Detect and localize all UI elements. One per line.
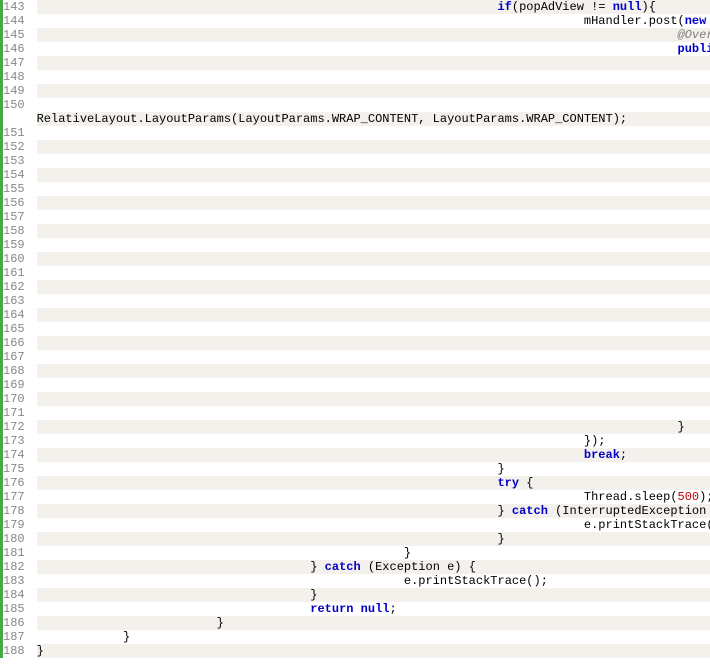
line-number: 166 xyxy=(3,336,25,350)
code-line[interactable]: e.printStackTrace(); xyxy=(37,574,710,588)
code-line[interactable]: params.rightMargin=3; xyxy=(37,294,710,308)
line-number: 169 xyxy=(3,378,25,392)
line-number: 158 xyxy=(3,224,25,238)
line-number: 187 xyxy=(3,630,25,644)
code-line[interactable]: params.topMargin=1; xyxy=(37,238,710,252)
code-line[interactable]: Thread.sleep(500); xyxy=(37,490,710,504)
line-number: 176 xyxy=(3,476,25,490)
code-line[interactable]: } xyxy=(37,462,710,476)
line-number: 152 xyxy=(3,140,25,154)
code-line[interactable]: @Override xyxy=(37,28,710,42)
code-line[interactable]: break; xyxy=(37,448,710,462)
line-number: 181 xyxy=(3,546,25,560)
line-number: 162 xyxy=(3,280,25,294)
code-line[interactable]: RelativeLayout.LayoutParams(LayoutParams… xyxy=(37,112,710,126)
code-area[interactable]: if(popAdView != null){ mHandler.post(new… xyxy=(33,0,710,658)
line-number: 165 xyxy=(3,322,25,336)
code-line[interactable]: params.topMargin=2; xyxy=(37,364,710,378)
code-line[interactable]: } xyxy=(37,616,710,630)
line-number: 146 xyxy=(3,42,25,56)
line-number: 182 xyxy=(3,560,25,574)
code-line[interactable]: //倒计时布局所需的LayoutParams xyxy=(37,84,710,98)
code-line[interactable]: if(displaySize == 320){ xyxy=(37,182,710,196)
code-line[interactable]: params.addRule(RelativeLayout.ALIGN_TOP,… xyxy=(37,126,710,140)
line-number: 179 xyxy=(3,518,25,532)
line-number: 172 xyxy=(3,420,25,434)
line-number: 174 xyxy=(3,448,25,462)
line-number: 143 xyxy=(3,0,25,14)
line-number: 156 xyxy=(3,196,25,210)
code-line[interactable]: params.rightMargin=4; xyxy=(37,336,710,350)
line-number: 177 xyxy=(3,490,25,504)
code-line[interactable]: } xyxy=(37,392,710,406)
code-line[interactable]: pop_layout.addView(popAdView); xyxy=(37,56,710,70)
code-line[interactable]: } xyxy=(37,630,710,644)
code-line[interactable]: if(popAdView != null){ xyxy=(37,0,710,14)
code-line[interactable]: params.rightMargin=1; xyxy=(37,252,710,266)
code-line[interactable]: try { xyxy=(37,476,710,490)
code-line[interactable]: params.rightMargin=1; xyxy=(37,210,710,224)
line-number: 163 xyxy=(3,294,25,308)
code-line[interactable]: params.topMargin=3; xyxy=(37,280,710,294)
code-line[interactable]: } xyxy=(37,420,710,434)
code-line[interactable]: // 对手机进行屏幕判断 xyxy=(37,154,710,168)
line-number: 185 xyxy=(3,602,25,616)
line-number: 183 xyxy=(3,574,25,588)
line-number: 155 xyxy=(3,182,25,196)
line-number: 154 xyxy=(3,168,25,182)
code-line[interactable]: return null; xyxy=(37,602,710,616)
line-number: 150 xyxy=(3,98,25,112)
code-line[interactable]: } catch (InterruptedException e) { xyxy=(37,504,710,518)
code-line[interactable]: }else if(displaySize == 240){ xyxy=(37,224,710,238)
code-line[interactable]: e.printStackTrace(); xyxy=(37,518,710,532)
line-number: 153 xyxy=(3,154,25,168)
line-number: 160 xyxy=(3,252,25,266)
line-number: 184 xyxy=(3,588,25,602)
line-number: 157 xyxy=(3,210,25,224)
line-number: 149 xyxy=(3,84,25,98)
code-line[interactable]: mHandler.post(new Runnable(){ xyxy=(37,14,710,28)
code-line[interactable]: int displaySize = SDKUtils.getDisplaySiz… xyxy=(37,168,710,182)
code-line[interactable]: } xyxy=(37,546,710,560)
line-number: 186 xyxy=(3,616,25,630)
line-number: 147 xyxy=(3,56,25,70)
code-line[interactable]: }else{ xyxy=(37,350,710,364)
line-number-gutter: 1431441451461471481491501511521531541551… xyxy=(0,0,33,658)
line-number: 188 xyxy=(3,644,25,658)
line-number: 161 xyxy=(3,266,25,280)
line-number: 171 xyxy=(3,406,25,420)
code-line[interactable]: pop_layout.addView(timeView, params); xyxy=(37,406,710,420)
code-editor: 1431441451461471481491501511521531541551… xyxy=(0,0,710,658)
line-number: 151 xyxy=(3,126,25,140)
code-line[interactable]: params.topMargin=4; xyxy=(37,322,710,336)
line-number xyxy=(3,112,25,126)
line-number: 175 xyxy=(3,462,25,476)
code-line[interactable]: }); xyxy=(37,434,710,448)
line-number: 168 xyxy=(3,364,25,378)
line-number: 178 xyxy=(3,504,25,518)
line-number: 148 xyxy=(3,70,25,84)
line-number: 145 xyxy=(3,28,25,42)
code-line[interactable]: } xyxy=(37,532,710,546)
line-number: 144 xyxy=(3,14,25,28)
line-number: 164 xyxy=(3,308,25,322)
code-line[interactable]: params.rightMargin=2; xyxy=(37,378,710,392)
code-line[interactable]: }else if(displaySize == 720){ xyxy=(37,266,710,280)
code-line[interactable]: } xyxy=(37,644,710,658)
code-line[interactable]: params.addRule(RelativeLayout.ALIGN_RIGH… xyxy=(37,140,710,154)
code-line[interactable]: RelativeLayout.LayoutParams params = new xyxy=(37,98,710,112)
code-line[interactable]: }else if(displaySize == 1080){ xyxy=(37,308,710,322)
line-number: 180 xyxy=(3,532,25,546)
code-line[interactable]: public void run() { xyxy=(37,42,710,56)
code-line[interactable]: params.topMargin=1; xyxy=(37,196,710,210)
line-number: 167 xyxy=(3,350,25,364)
code-line[interactable]: } xyxy=(37,588,710,602)
code-line[interactable]: popAdView.setId(1); xyxy=(37,70,710,84)
line-number: 173 xyxy=(3,434,25,448)
line-number: 170 xyxy=(3,392,25,406)
line-number: 159 xyxy=(3,238,25,252)
code-line[interactable]: } catch (Exception e) { xyxy=(37,560,710,574)
